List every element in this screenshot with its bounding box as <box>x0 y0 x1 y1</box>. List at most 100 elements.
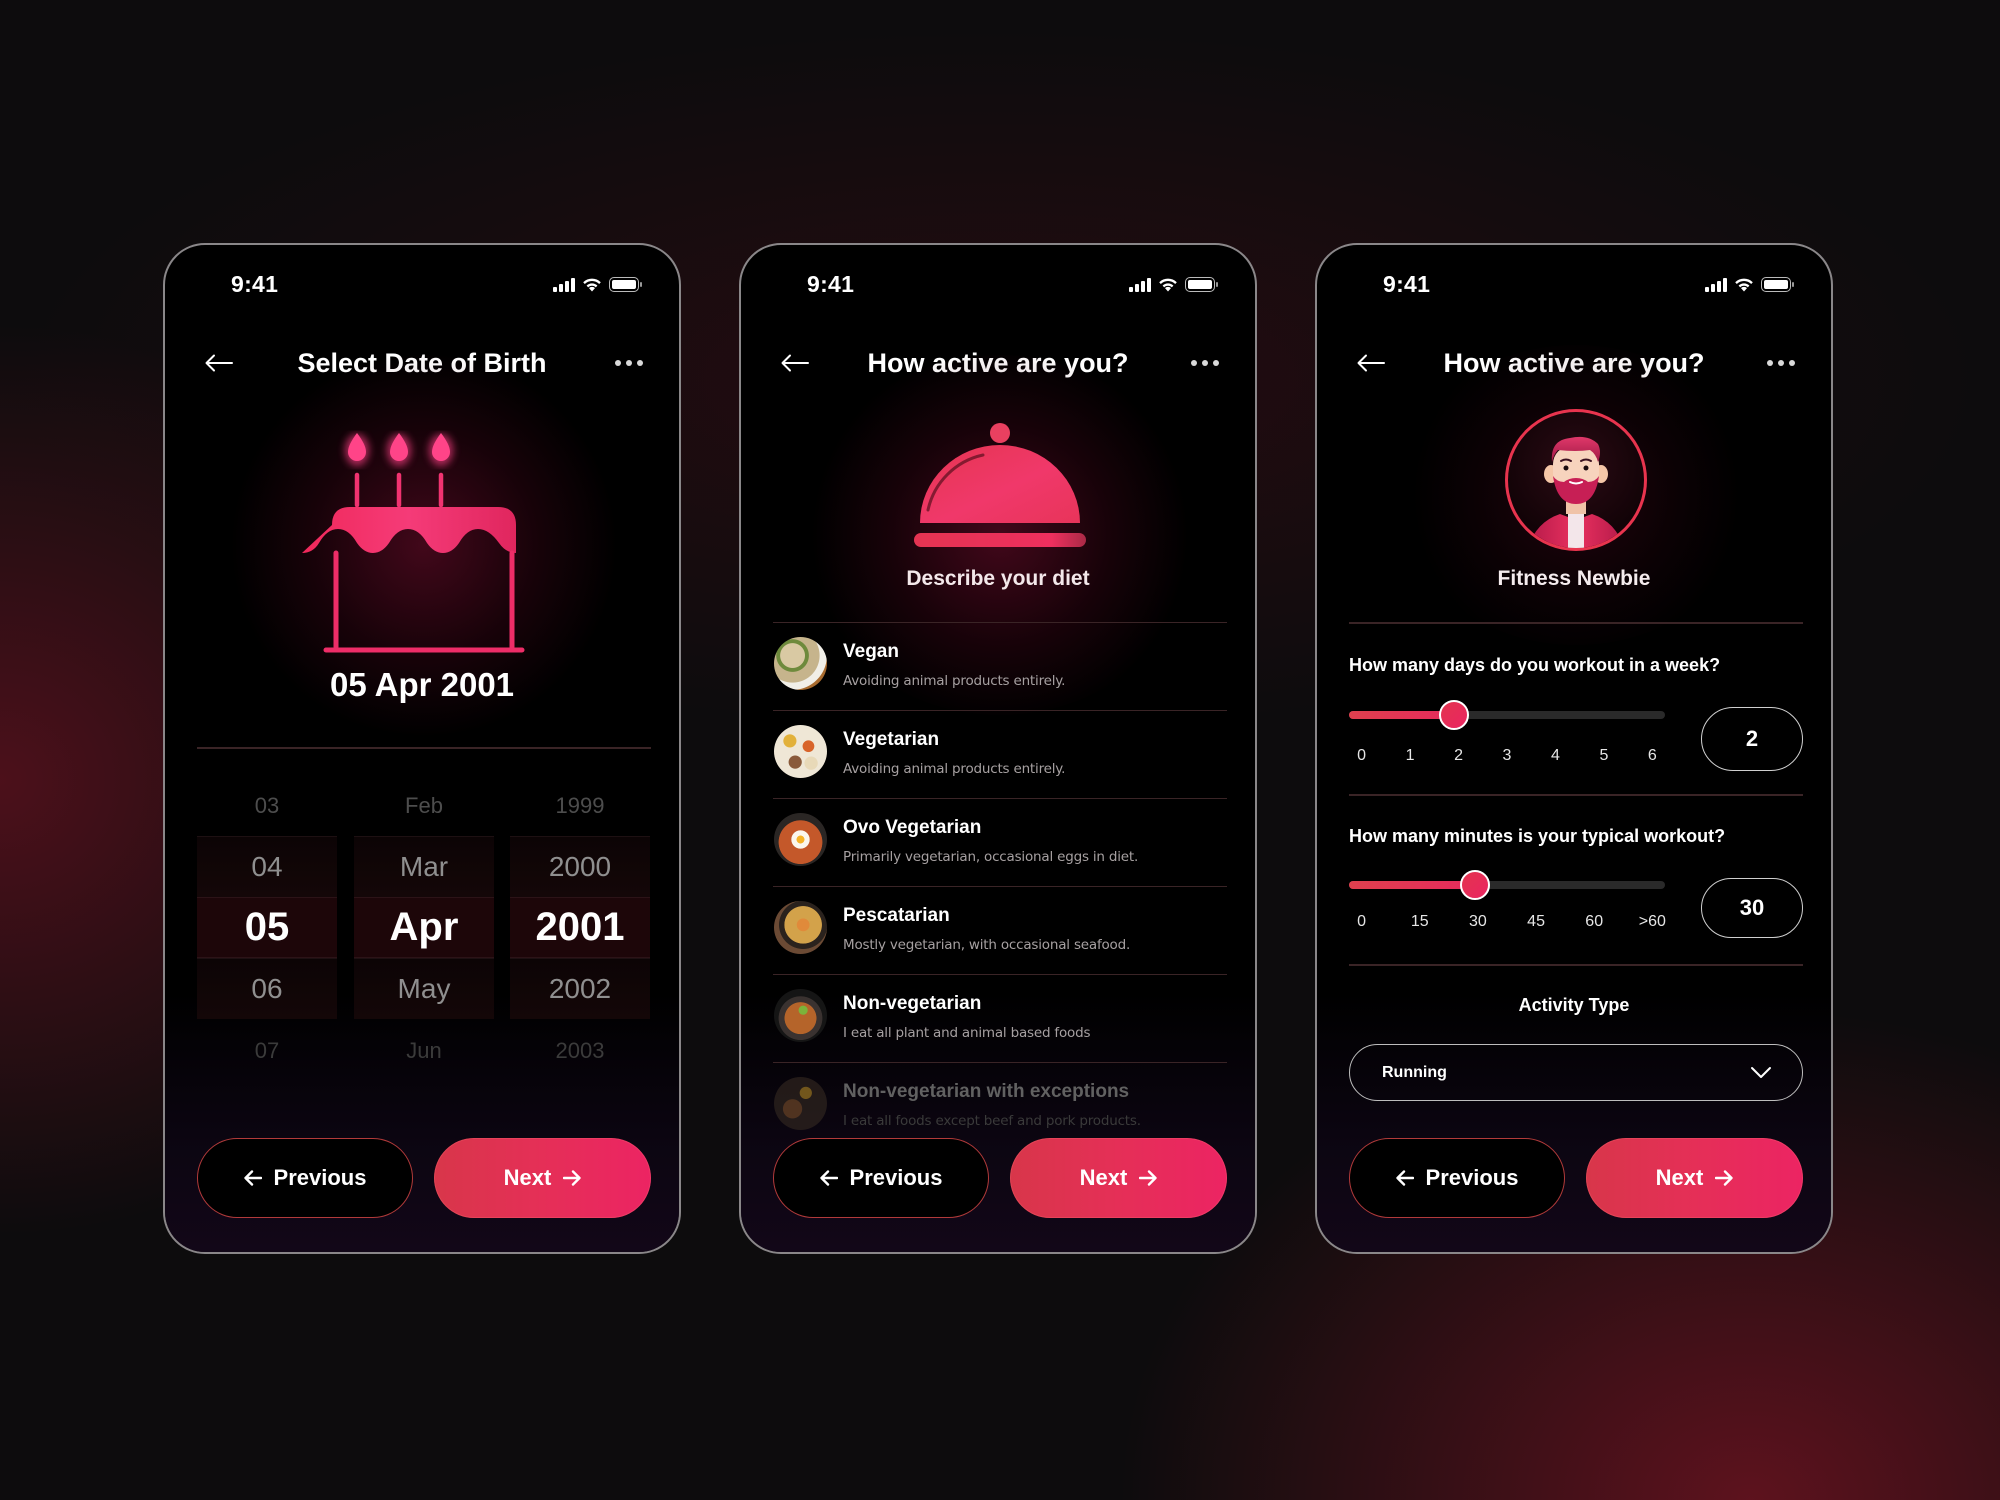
picker-option[interactable]: May <box>354 958 494 1019</box>
next-button[interactable]: Next <box>1586 1138 1803 1218</box>
diet-option-ovo-vegetarian[interactable]: Ovo Vegetarian Primarily vegetarian, occ… <box>773 798 1227 886</box>
tick-label: 2 <box>1454 747 1463 764</box>
phone-date-of-birth-screen: 9:41 Select Date of Birth 05 Apr 2001 03… <box>163 243 681 1254</box>
year-wheel[interactable]: 1999 2000 2001 2002 2003 <box>510 775 650 1095</box>
picker-option[interactable]: Jun <box>354 1020 494 1081</box>
more-options-button[interactable] <box>609 345 649 381</box>
diet-option-non-vegetarian[interactable]: Non-vegetarian I eat all plant and anima… <box>773 974 1227 1062</box>
more-dot <box>615 360 621 366</box>
cellular-signal-icon <box>1705 277 1727 292</box>
arrow-right-icon <box>1139 1170 1158 1186</box>
bearded-man-avatar <box>1505 409 1647 551</box>
diet-caption: Describe your diet <box>906 567 1090 590</box>
next-label: Next <box>1655 1165 1704 1190</box>
arrow-left-icon <box>243 1170 262 1186</box>
more-dot <box>1767 360 1773 366</box>
diet-option-name: Ovo Vegetarian <box>843 817 982 838</box>
tick-label: 6 <box>1647 747 1657 764</box>
shrimp-paella-photo <box>774 901 827 954</box>
more-options-button[interactable] <box>1761 345 1801 381</box>
previous-button[interactable]: Previous <box>1349 1138 1565 1218</box>
vegan-dish-photo <box>774 637 827 690</box>
phone-diet-screen: 9:41 How active are you? Describe your d… <box>739 243 1257 1254</box>
next-button[interactable]: Next <box>1010 1138 1227 1218</box>
tick-label: 1 <box>1405 747 1415 764</box>
battery-icon <box>1185 277 1218 292</box>
tick-label: 0 <box>1357 913 1367 930</box>
slider-thumb[interactable] <box>1460 870 1491 900</box>
minutes-question: How many minutes is your typical workout… <box>1349 826 1726 846</box>
day-wheel[interactable]: 03 04 05 06 07 <box>197 775 337 1095</box>
diet-option-pescatarian[interactable]: Pescatarian Mostly vegetarian, with occa… <box>773 886 1227 974</box>
status-time: 9:41 <box>1383 271 1431 297</box>
battery-icon <box>609 277 642 292</box>
status-icons <box>1129 277 1218 292</box>
more-dot <box>1789 360 1795 366</box>
chevron-down-icon <box>1751 1067 1771 1078</box>
days-slider[interactable] <box>1349 700 1665 730</box>
more-dot <box>1213 360 1219 366</box>
diet-options-list: Vegan Avoiding animal products entirely.… <box>773 622 1227 1150</box>
slider-thumb[interactable] <box>1439 700 1470 730</box>
picker-option[interactable]: 04 <box>197 836 337 897</box>
phone-activity-screen: 9:41 How active are you? <box>1315 243 1833 1254</box>
picker-option-selected[interactable]: Apr <box>354 897 494 958</box>
previous-button[interactable]: Previous <box>197 1138 413 1218</box>
picker-option[interactable]: 06 <box>197 958 337 1019</box>
diet-option-description: Mostly vegetarian, with occasional seafo… <box>843 937 1131 953</box>
picker-option[interactable]: 2000 <box>510 836 650 897</box>
next-button[interactable]: Next <box>434 1138 651 1218</box>
picker-option[interactable]: 2002 <box>510 958 650 1019</box>
minutes-value-input[interactable]: 30 <box>1701 878 1803 938</box>
arrow-left-icon <box>1395 1170 1414 1186</box>
previous-label: Previous <box>273 1165 367 1190</box>
diet-option-description: Avoiding animal products entirely. <box>843 673 1066 689</box>
diet-option-description: Primarily vegetarian, occasional eggs in… <box>843 849 1139 865</box>
diet-option-vegan[interactable]: Vegan Avoiding animal products entirely. <box>773 622 1227 710</box>
arrow-left-icon <box>819 1170 838 1186</box>
more-dot <box>1191 360 1197 366</box>
tick-label: 3 <box>1502 747 1512 764</box>
tick-label: 15 <box>1410 913 1429 930</box>
minutes-slider[interactable] <box>1349 870 1665 900</box>
date-picker[interactable]: 03 04 05 06 07 Feb Mar Apr May Jun 1999 … <box>197 775 651 1095</box>
chicken-curry-photo <box>774 989 827 1042</box>
divider <box>1349 964 1803 966</box>
slider-fill <box>1349 881 1476 889</box>
diet-option-description: I eat all plant and animal based foods <box>843 1025 1091 1041</box>
picker-option[interactable]: 2003 <box>510 1020 650 1081</box>
diet-option-non-vegetarian-exceptions[interactable]: Non-vegetarian with exceptions I eat all… <box>773 1062 1227 1150</box>
picker-option-selected[interactable]: 05 <box>197 897 337 958</box>
next-label: Next <box>503 1165 552 1190</box>
arrow-right-icon <box>1715 1170 1734 1186</box>
picker-option[interactable]: Feb <box>354 775 494 836</box>
more-dot <box>1778 360 1784 366</box>
diet-option-name: Non-vegetarian <box>843 993 982 1014</box>
divider <box>1349 622 1803 624</box>
picker-option[interactable]: 03 <box>197 775 337 836</box>
month-wheel[interactable]: Feb Mar Apr May Jun <box>354 775 494 1095</box>
activity-type-select[interactable]: Running <box>1349 1044 1803 1101</box>
activity-selected-value: Running <box>1382 1063 1447 1081</box>
diet-option-vegetarian[interactable]: Vegetarian Avoiding animal products enti… <box>773 710 1227 798</box>
battery-icon <box>1761 277 1794 292</box>
tick-label: 30 <box>1469 913 1487 930</box>
previous-button[interactable]: Previous <box>773 1138 989 1218</box>
more-options-button[interactable] <box>1185 345 1225 381</box>
tick-label: >60 <box>1638 913 1666 930</box>
cellular-signal-icon <box>553 277 575 292</box>
picker-option[interactable]: 1999 <box>510 775 650 836</box>
minutes-tick-labels: 0 15 30 45 60 >60 <box>1349 913 1666 933</box>
tick-label: 5 <box>1599 747 1609 764</box>
diet-option-description: I eat all foods except beef and pork pro… <box>843 1113 1141 1129</box>
wifi-icon <box>1159 278 1177 292</box>
status-icons <box>553 277 642 292</box>
divider <box>1349 794 1803 796</box>
days-value-input[interactable]: 2 <box>1701 707 1803 771</box>
avatar-illustration <box>1528 436 1624 548</box>
picker-option[interactable]: 07 <box>197 1020 337 1081</box>
divider <box>197 747 651 749</box>
picker-option[interactable]: Mar <box>354 836 494 897</box>
picker-option-selected[interactable]: 2001 <box>510 897 650 958</box>
selected-date: 05 Apr 2001 <box>329 666 515 703</box>
